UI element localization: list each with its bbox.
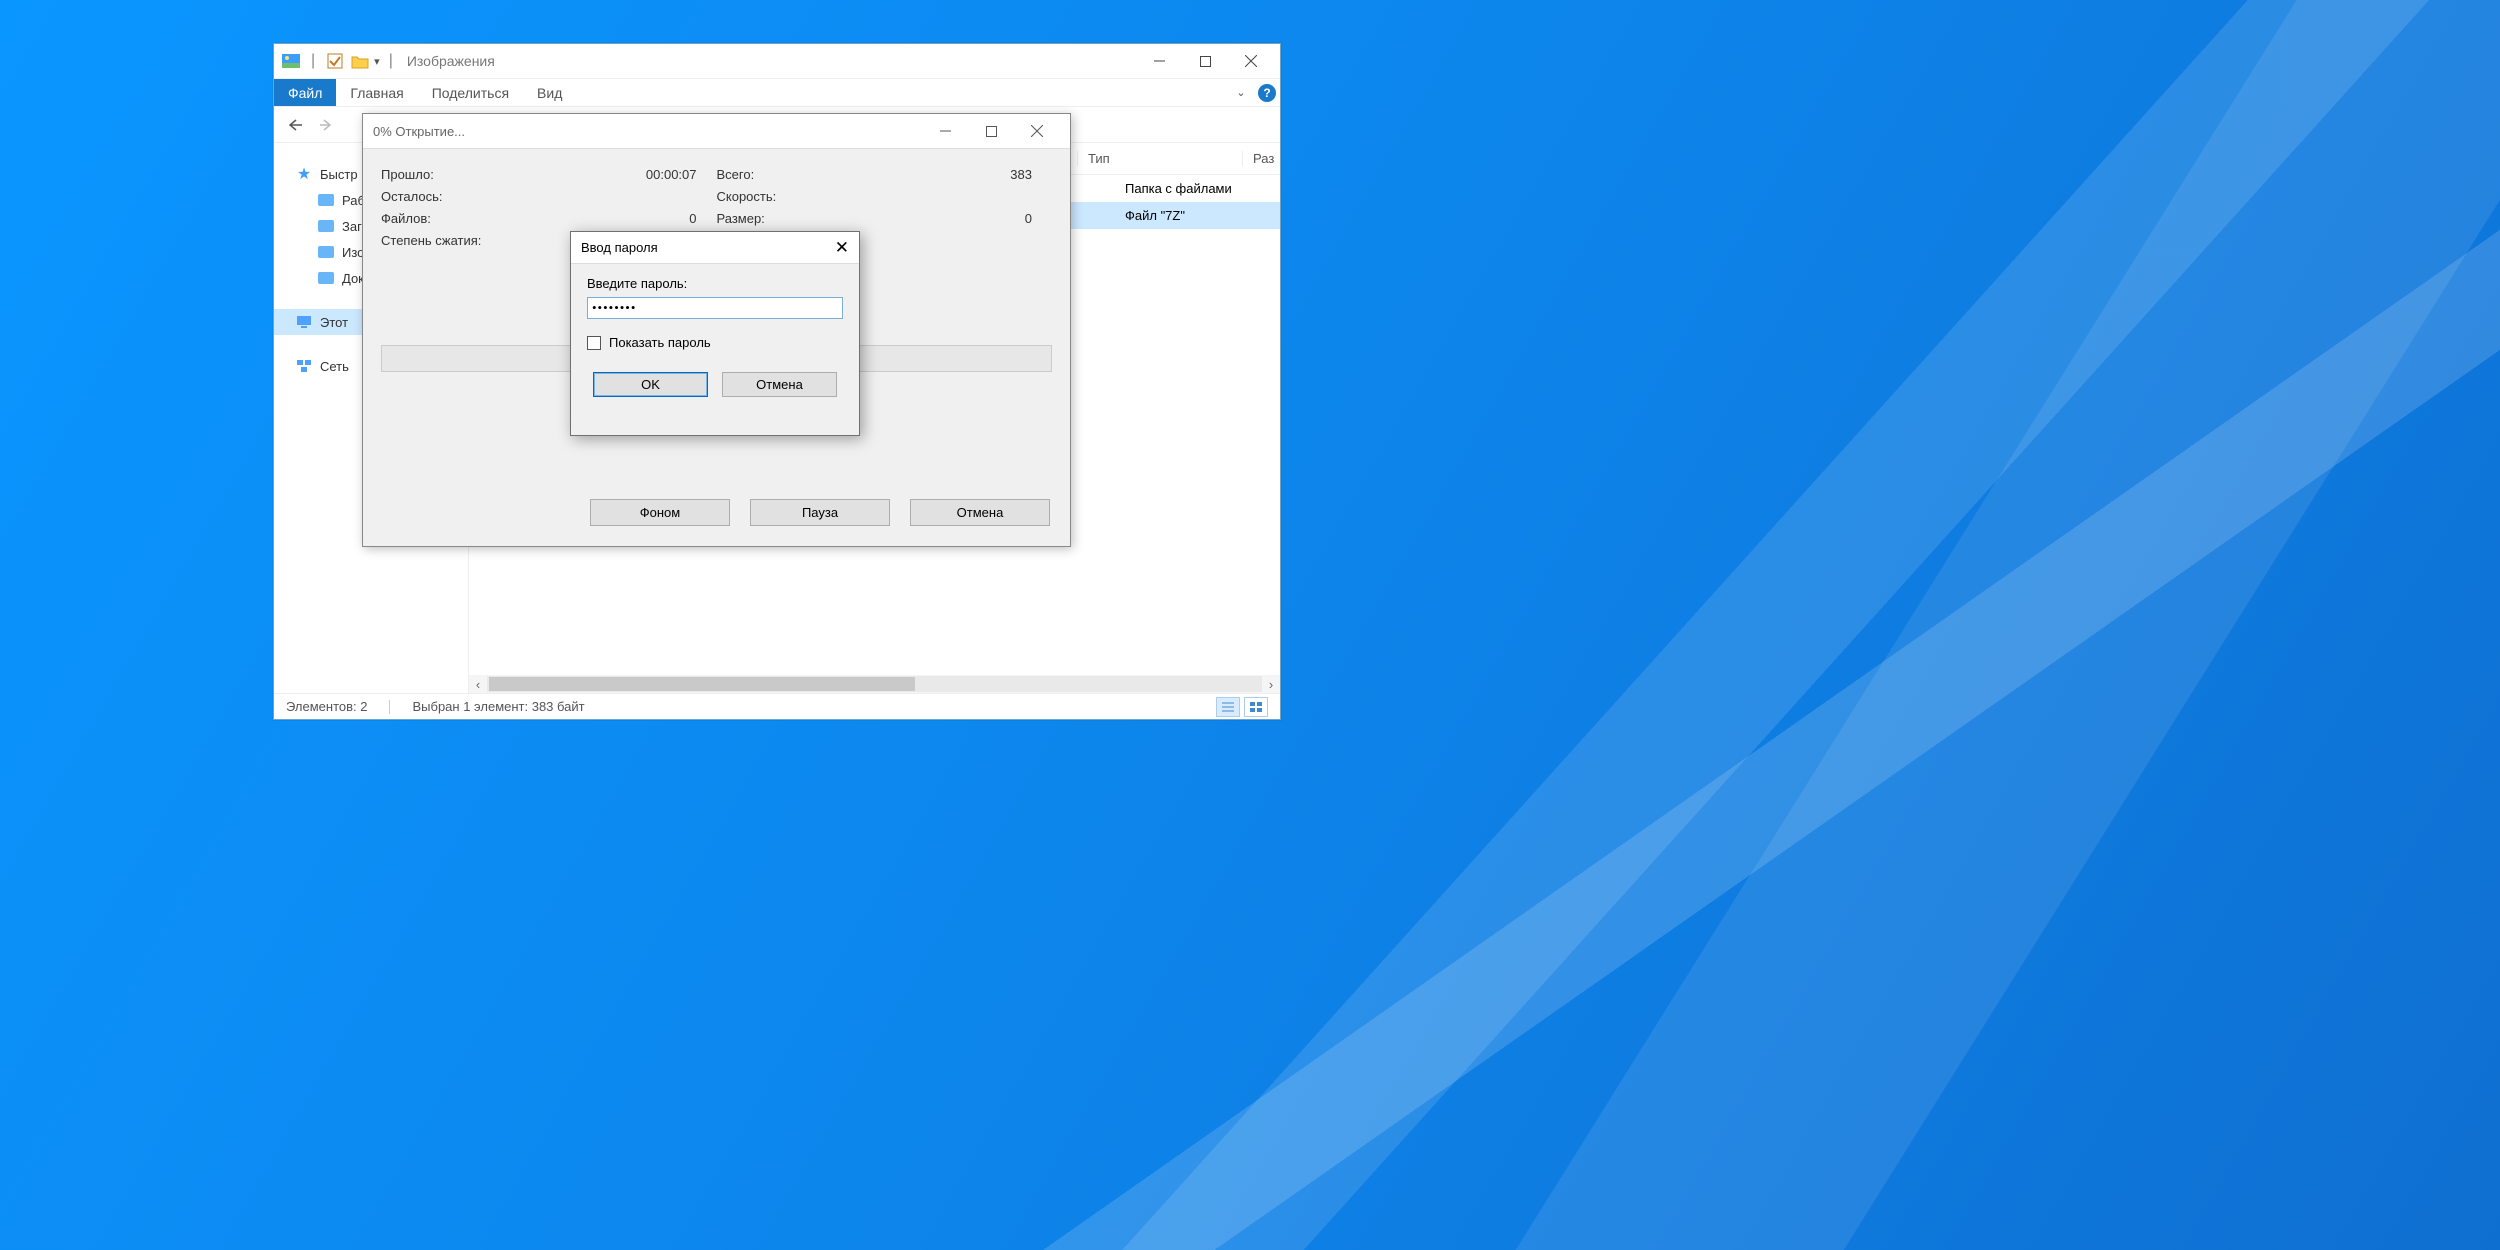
qat-dropdown-icon[interactable]: ▾ [374, 55, 380, 68]
tab-file[interactable]: Файл [274, 79, 336, 106]
qat-checkbox-icon[interactable] [324, 50, 346, 72]
password-titlebar[interactable]: Ввод пароля ✕ [571, 232, 859, 264]
ok-button[interactable]: OK [593, 372, 708, 397]
size-label: Размер: [717, 211, 1025, 226]
show-password-label[interactable]: Показать пароль [609, 335, 711, 350]
password-input[interactable] [587, 297, 843, 319]
cancel-button[interactable]: Отмена [910, 499, 1050, 526]
files-value: 0 [689, 211, 716, 226]
status-count: Элементов: 2 [286, 699, 367, 714]
show-password-checkbox[interactable] [587, 336, 601, 350]
folder-icon [318, 270, 334, 286]
elapsed-label: Прошло: [381, 167, 646, 182]
minimize-button[interactable] [1136, 46, 1182, 76]
app-icon [280, 50, 302, 72]
star-icon: ★ [296, 166, 312, 182]
close-icon[interactable]: ✕ [835, 238, 849, 258]
background-button[interactable]: Фоном [590, 499, 730, 526]
folder-icon [318, 218, 334, 234]
folder-icon [318, 192, 334, 208]
elapsed-value: 00:00:07 [646, 167, 717, 182]
ribbon-collapse-icon[interactable]: ⌄ [1228, 79, 1254, 106]
scroll-left-icon[interactable]: ‹ [469, 677, 487, 692]
window-title: Изображения [407, 53, 495, 69]
minimize-button[interactable] [922, 116, 968, 146]
total-value: 383 [1010, 167, 1052, 182]
remaining-label: Осталось: [381, 189, 697, 204]
sidebar-label: Быстр [320, 167, 358, 182]
tab-home[interactable]: Главная [336, 79, 417, 106]
files-label: Файлов: [381, 211, 689, 226]
column-type[interactable]: Тип [1077, 151, 1242, 166]
maximize-button[interactable] [1182, 46, 1228, 76]
tab-view[interactable]: Вид [523, 79, 576, 106]
status-selected: Выбран 1 элемент: 383 байт [412, 699, 584, 714]
size-value: 0 [1025, 211, 1052, 226]
folder-icon[interactable] [349, 50, 371, 72]
sidebar-label: Этот [320, 315, 348, 330]
sidebar-label: Сеть [320, 359, 349, 374]
cancel-button[interactable]: Отмена [722, 372, 837, 397]
scroll-right-icon[interactable]: › [1262, 677, 1280, 692]
back-button[interactable] [282, 112, 308, 138]
pc-icon [296, 314, 312, 330]
file-type: Файл "7Z" [1115, 208, 1280, 223]
scroll-track[interactable] [487, 676, 1262, 692]
column-size[interactable]: Раз [1242, 151, 1280, 166]
total-label: Всего: [717, 167, 1011, 182]
scroll-thumb[interactable] [489, 677, 915, 691]
progress-title: 0% Открытие... [373, 124, 465, 139]
qat-sep: | [311, 52, 315, 70]
view-details-button[interactable] [1216, 697, 1240, 717]
password-title: Ввод пароля [581, 240, 658, 255]
ribbon-tabs: Файл Главная Поделиться Вид ⌄ ? [274, 79, 1280, 107]
status-bar: Элементов: 2 Выбран 1 элемент: 383 байт [274, 693, 1280, 719]
file-type: Папка с файлами [1115, 181, 1280, 196]
network-icon [296, 358, 312, 374]
folder-icon [318, 244, 334, 260]
tab-share[interactable]: Поделиться [418, 79, 523, 106]
sidebar-label: Заг [342, 219, 362, 234]
progress-titlebar[interactable]: 0% Открытие... [363, 114, 1070, 149]
close-button[interactable] [1228, 46, 1274, 76]
maximize-button[interactable] [968, 116, 1014, 146]
horizontal-scrollbar[interactable]: ‹ › [469, 675, 1280, 693]
help-button[interactable]: ? [1254, 79, 1280, 106]
pause-button[interactable]: Пауза [750, 499, 890, 526]
forward-button[interactable] [314, 112, 340, 138]
speed-label: Скорость: [717, 189, 1033, 204]
explorer-titlebar[interactable]: | ▾ | Изображения [274, 44, 1280, 79]
sidebar-label: Док [342, 271, 364, 286]
close-button[interactable] [1014, 116, 1060, 146]
password-dialog: Ввод пароля ✕ Введите пароль: Показать п… [570, 231, 860, 436]
password-label: Введите пароль: [587, 276, 843, 291]
view-thumbnails-button[interactable] [1244, 697, 1268, 717]
status-separator [389, 700, 390, 714]
qat-sep2: | [389, 52, 393, 70]
